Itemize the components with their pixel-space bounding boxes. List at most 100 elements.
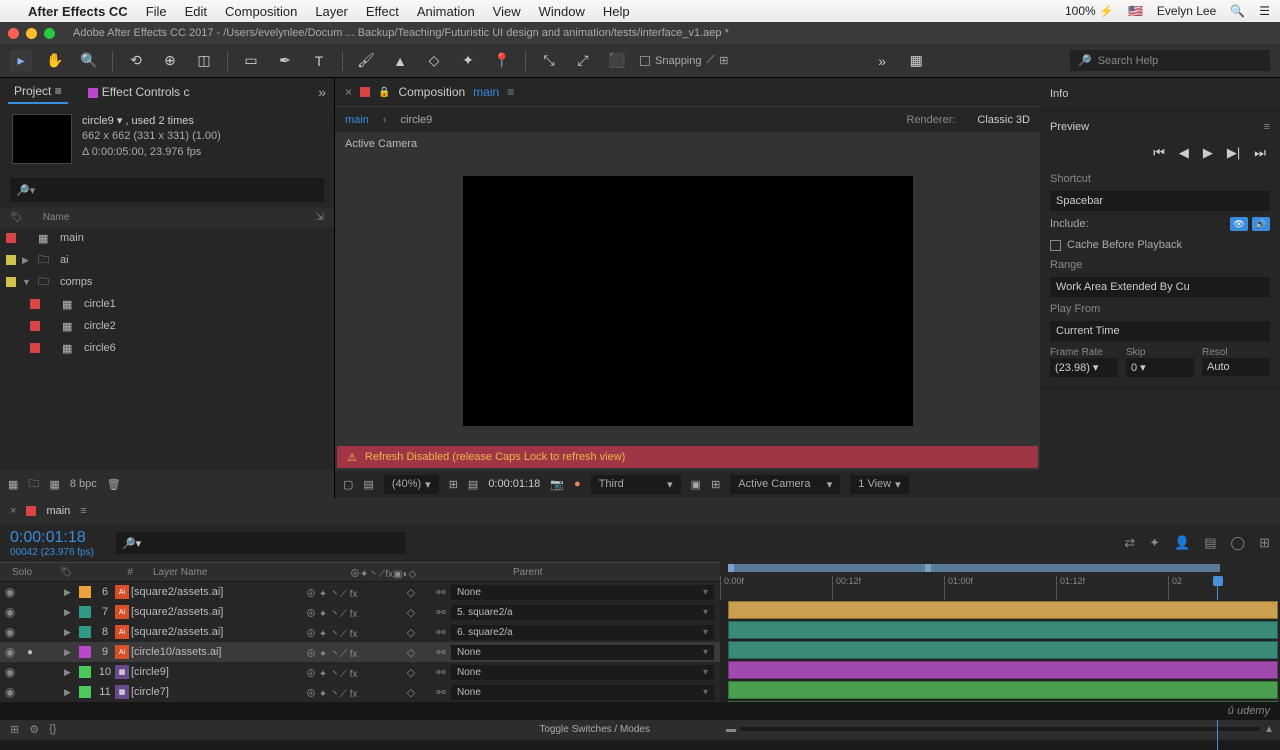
timeline-zoom-slider[interactable]: ▬▲ xyxy=(726,724,1274,735)
layer-bar[interactable] xyxy=(728,681,1278,699)
play-icon[interactable]: ▶ xyxy=(1203,145,1213,161)
menu-list-icon[interactable]: ☰ xyxy=(1259,4,1270,18)
clone-tool-icon[interactable]: ▲ xyxy=(389,50,411,72)
pen-tool-icon[interactable]: ✒ xyxy=(274,50,296,72)
visibility-icon[interactable]: ◉ xyxy=(0,585,20,599)
solo-toggle[interactable]: ● xyxy=(20,647,40,658)
transparency-grid-icon[interactable]: ▤ xyxy=(363,478,373,491)
panel-menu-icon[interactable]: ≡ xyxy=(1264,121,1270,133)
next-frame-icon[interactable]: ▶| xyxy=(1227,145,1240,161)
new-folder-icon[interactable]: 🗀 xyxy=(28,475,39,494)
parent-dropdown[interactable]: None▾ xyxy=(451,585,714,600)
resolution-icon[interactable]: ⊞ xyxy=(449,478,458,491)
flag-icon[interactable]: 🇺🇸 xyxy=(1128,4,1143,18)
prev-frame-icon[interactable]: ◀ xyxy=(1179,145,1189,161)
layer-row[interactable]: ◉▶8Ai[square2/assets.ai]⊕ ✦ 丶⟋ fx◇⚯6. sq… xyxy=(0,622,720,642)
close-tab-icon[interactable]: × xyxy=(345,85,352,99)
menu-view[interactable]: View xyxy=(493,4,521,19)
composition-viewer[interactable]: Active Camera ⚠ Refresh Disabled (releas… xyxy=(335,132,1040,470)
comp-name[interactable]: main xyxy=(473,85,499,99)
breadcrumb-circle9[interactable]: circle9 xyxy=(401,114,433,126)
shortcut-value[interactable]: Spacebar xyxy=(1050,191,1270,211)
layer-bar[interactable] xyxy=(728,641,1278,659)
preview-res-dropdown[interactable]: Auto xyxy=(1202,358,1270,376)
include-audio-icon[interactable]: 🔊 xyxy=(1252,217,1270,231)
toggle-switches-modes[interactable]: Toggle Switches / Modes xyxy=(539,724,650,735)
snapping-toggle[interactable]: Snapping ⟋ ⊞ xyxy=(640,54,728,67)
fast-preview-icon[interactable]: ▤ xyxy=(468,478,478,491)
panbehind-tool-icon[interactable]: ◫ xyxy=(193,50,215,72)
work-area-bar[interactable] xyxy=(728,564,1220,572)
layername-header[interactable]: Layer Name xyxy=(145,567,350,578)
menu-edit[interactable]: Edit xyxy=(185,4,207,19)
resolution-dropdown[interactable]: Third▾ xyxy=(591,475,681,494)
panel-menu-icon[interactable]: ≡ xyxy=(80,505,86,517)
hand-tool-icon[interactable]: ✋ xyxy=(44,50,66,72)
label-column-icon[interactable]: 🏷 xyxy=(10,212,23,223)
preview-panel-title[interactable]: Preview≡ xyxy=(1050,117,1270,137)
grid-icon[interactable]: ⊞ xyxy=(711,478,720,491)
roto-tool-icon[interactable]: ✦ xyxy=(457,50,479,72)
axis-world-icon[interactable]: ⤢ xyxy=(572,50,594,72)
view-layout-dropdown[interactable]: 1 View▾ xyxy=(850,475,908,494)
current-time[interactable]: 0:00:01:18 xyxy=(10,529,94,547)
rect-tool-icon[interactable]: ▭ xyxy=(240,50,262,72)
magnification-dropdown[interactable]: (40%)▾ xyxy=(384,475,439,494)
app-name[interactable]: After Effects CC xyxy=(28,4,128,19)
visibility-icon[interactable]: ◉ xyxy=(0,685,20,699)
graph-editor-icon[interactable]: ⊞ xyxy=(1259,535,1270,551)
rotation-tool-icon[interactable]: ⟲ xyxy=(125,50,147,72)
zoom-window-icon[interactable] xyxy=(44,28,55,39)
menu-layer[interactable]: Layer xyxy=(315,4,348,19)
zoom-tool-icon[interactable]: 🔍 xyxy=(78,50,100,72)
layer-bar[interactable] xyxy=(728,601,1278,619)
workspace-icon[interactable]: ▦ xyxy=(905,50,927,72)
snapshot-icon[interactable]: 📷 xyxy=(550,478,564,491)
comp-mini-flowchart-icon[interactable]: ⇄ xyxy=(1124,535,1135,551)
frame-blend-icon[interactable]: ▤ xyxy=(1204,535,1216,551)
eraser-tool-icon[interactable]: ◇ xyxy=(423,50,445,72)
delete-icon[interactable]: 🗑 xyxy=(107,478,121,491)
close-tab-icon[interactable]: × xyxy=(10,505,16,517)
draft3d-icon[interactable]: ✦ xyxy=(1149,535,1160,551)
shy-icon[interactable]: 👤 xyxy=(1174,535,1190,551)
new-comp-icon[interactable]: ▦ xyxy=(49,478,59,491)
motion-blur-icon[interactable]: ◯ xyxy=(1231,535,1246,551)
axis-view-icon[interactable]: ⬛ xyxy=(606,50,628,72)
layer-row[interactable]: ◉●▶9Ai[circle10/assets.ai]⊕ ✦ 丶⟋ fx◇⚯Non… xyxy=(0,642,720,662)
panel-overflow-icon[interactable]: » xyxy=(318,84,326,100)
visibility-icon[interactable]: ◉ xyxy=(0,605,20,619)
traffic-lights[interactable] xyxy=(8,28,55,39)
camera-tool-icon[interactable]: ⊕ xyxy=(159,50,181,72)
menu-composition[interactable]: Composition xyxy=(225,4,297,19)
roi-icon[interactable]: ▣ xyxy=(691,478,701,491)
layer-row[interactable]: ◉▶11▦[circle7]⊕ ✦ 丶⟋ fx◇⚯None▾ xyxy=(0,682,720,702)
snapping-grid-icon[interactable]: ⊞ xyxy=(719,54,728,67)
selection-tool-icon[interactable]: ▸ xyxy=(10,50,32,72)
help-search-input[interactable]: 🔎 Search Help xyxy=(1070,50,1270,71)
last-frame-icon[interactable]: ⏭ xyxy=(1254,145,1266,161)
info-panel-title[interactable]: Info xyxy=(1050,84,1270,104)
parent-dropdown[interactable]: 6. square2/a▾ xyxy=(451,625,714,640)
visibility-icon[interactable]: ◉ xyxy=(0,645,20,659)
framerate-dropdown[interactable]: (23.98)▾ xyxy=(1050,358,1118,377)
minimize-window-icon[interactable] xyxy=(26,28,37,39)
panel-menu-icon[interactable]: ≡ xyxy=(507,85,514,99)
renderer-value[interactable]: Classic 3D xyxy=(977,114,1030,126)
snapping-checkbox[interactable] xyxy=(640,56,650,66)
bpc-toggle[interactable]: 8 bpc xyxy=(70,478,97,490)
interpret-footage-icon[interactable]: ▦ xyxy=(8,478,18,491)
spotlight-icon[interactable]: 🔍 xyxy=(1230,4,1245,18)
axis-local-icon[interactable]: ⤡ xyxy=(538,50,560,72)
snapping-options-icon[interactable]: ⟋ xyxy=(707,54,715,67)
menu-file[interactable]: File xyxy=(146,4,167,19)
timeline-comp-name[interactable]: main xyxy=(46,505,70,517)
cache-checkbox[interactable]: Cache Before Playback xyxy=(1050,235,1270,255)
parent-dropdown[interactable]: None▾ xyxy=(451,645,714,660)
toggle-brackets-icon[interactable]: {} xyxy=(49,723,56,735)
lock-icon[interactable]: 🔒 xyxy=(378,87,390,98)
close-window-icon[interactable] xyxy=(8,28,19,39)
menu-window[interactable]: Window xyxy=(539,4,585,19)
type-tool-icon[interactable]: T xyxy=(308,50,330,72)
parent-dropdown[interactable]: None▾ xyxy=(451,685,714,700)
